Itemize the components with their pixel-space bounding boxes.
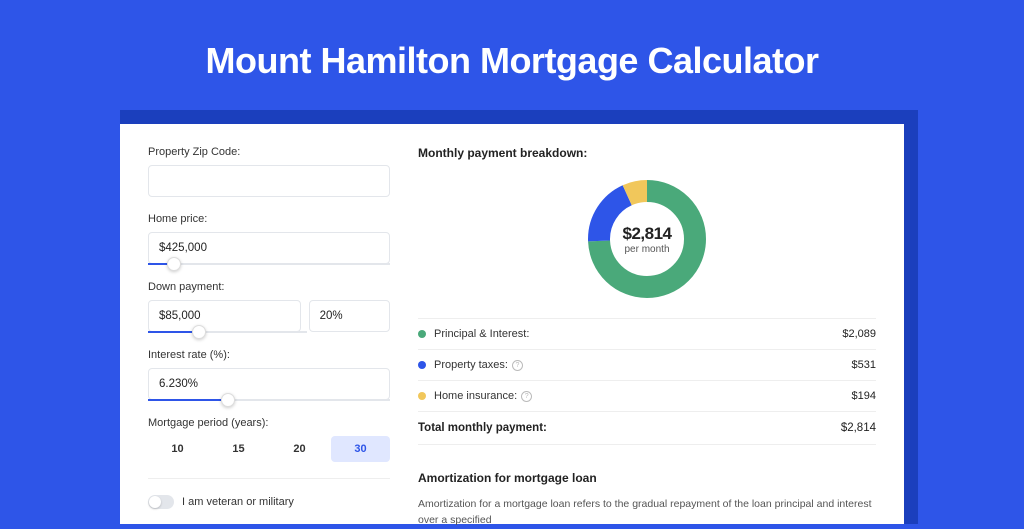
slider-thumb[interactable] bbox=[192, 325, 206, 339]
slider-fill bbox=[148, 399, 221, 401]
donut-sub: per month bbox=[624, 244, 669, 255]
slider-fill bbox=[148, 331, 192, 333]
legend-row-insurance: Home insurance: ? $194 bbox=[418, 381, 876, 411]
veteran-toggle[interactable] bbox=[148, 495, 174, 509]
toggle-knob bbox=[149, 496, 161, 508]
zip-field-group: Property Zip Code: bbox=[148, 146, 390, 197]
veteran-toggle-row: I am veteran or military bbox=[148, 495, 390, 509]
breakdown-column: Monthly payment breakdown: $2,814 per mo… bbox=[418, 146, 876, 524]
legend-label: Home insurance: ? bbox=[434, 390, 852, 402]
zip-label: Property Zip Code: bbox=[148, 146, 390, 158]
zip-input[interactable] bbox=[148, 165, 390, 197]
interest-label: Interest rate (%): bbox=[148, 349, 390, 361]
interest-slider[interactable] bbox=[148, 399, 390, 401]
form-column: Property Zip Code: Home price: Down paym… bbox=[148, 146, 390, 524]
down-payment-pct-input[interactable] bbox=[309, 300, 390, 332]
breakdown-title: Monthly payment breakdown: bbox=[418, 146, 876, 160]
home-price-label: Home price: bbox=[148, 213, 390, 225]
panel-shadow: Property Zip Code: Home price: Down paym… bbox=[120, 110, 918, 524]
period-row: 10 15 20 30 bbox=[148, 436, 390, 462]
legend-value: $194 bbox=[852, 390, 876, 402]
info-icon[interactable]: ? bbox=[521, 391, 532, 402]
down-payment-label: Down payment: bbox=[148, 281, 390, 293]
home-price-field-group: Home price: bbox=[148, 213, 390, 265]
slider-fill bbox=[148, 263, 167, 265]
interest-input[interactable] bbox=[148, 368, 390, 400]
down-payment-input[interactable] bbox=[148, 300, 301, 332]
slider-thumb[interactable] bbox=[167, 257, 181, 271]
legend-value: $2,089 bbox=[842, 328, 876, 340]
legend-row-principal: Principal & Interest: $2,089 bbox=[418, 319, 876, 349]
legend-text: Home insurance: bbox=[434, 390, 517, 402]
slider-thumb[interactable] bbox=[221, 393, 235, 407]
total-label: Total monthly payment: bbox=[418, 422, 841, 434]
page-title: Mount Hamilton Mortgage Calculator bbox=[0, 0, 1024, 110]
calculator-panel: Property Zip Code: Home price: Down paym… bbox=[120, 124, 904, 524]
legend-dot-yellow-icon bbox=[418, 392, 426, 400]
amortization-title: Amortization for mortgage loan bbox=[418, 471, 876, 485]
donut-chart: $2,814 per month bbox=[586, 178, 708, 300]
interest-field-group: Interest rate (%): bbox=[148, 349, 390, 401]
period-btn-10[interactable]: 10 bbox=[148, 436, 207, 462]
home-price-slider[interactable] bbox=[148, 263, 390, 265]
donut-value: $2,814 bbox=[623, 224, 672, 244]
divider bbox=[148, 478, 390, 479]
legend-value: $531 bbox=[852, 359, 876, 371]
period-label: Mortgage period (years): bbox=[148, 417, 390, 429]
veteran-toggle-label: I am veteran or military bbox=[182, 496, 294, 508]
total-value: $2,814 bbox=[841, 422, 876, 434]
legend-label: Property taxes: ? bbox=[434, 359, 852, 371]
legend-label: Principal & Interest: bbox=[434, 328, 842, 340]
donut-center: $2,814 per month bbox=[586, 178, 708, 300]
period-btn-15[interactable]: 15 bbox=[209, 436, 268, 462]
legend-dot-blue-icon bbox=[418, 361, 426, 369]
down-payment-field-group: Down payment: bbox=[148, 281, 390, 333]
donut-wrap: $2,814 per month bbox=[418, 172, 876, 318]
legend-text: Property taxes: bbox=[434, 359, 508, 371]
info-icon[interactable]: ? bbox=[512, 360, 523, 371]
down-payment-slider[interactable] bbox=[148, 331, 307, 333]
period-btn-20[interactable]: 20 bbox=[270, 436, 329, 462]
home-price-input[interactable] bbox=[148, 232, 390, 264]
total-row: Total monthly payment: $2,814 bbox=[418, 411, 876, 445]
legend-row-taxes: Property taxes: ? $531 bbox=[418, 350, 876, 380]
legend-dot-green-icon bbox=[418, 330, 426, 338]
period-field-group: Mortgage period (years): 10 15 20 30 bbox=[148, 417, 390, 462]
period-btn-30[interactable]: 30 bbox=[331, 436, 390, 462]
amortization-body: Amortization for a mortgage loan refers … bbox=[418, 497, 876, 529]
